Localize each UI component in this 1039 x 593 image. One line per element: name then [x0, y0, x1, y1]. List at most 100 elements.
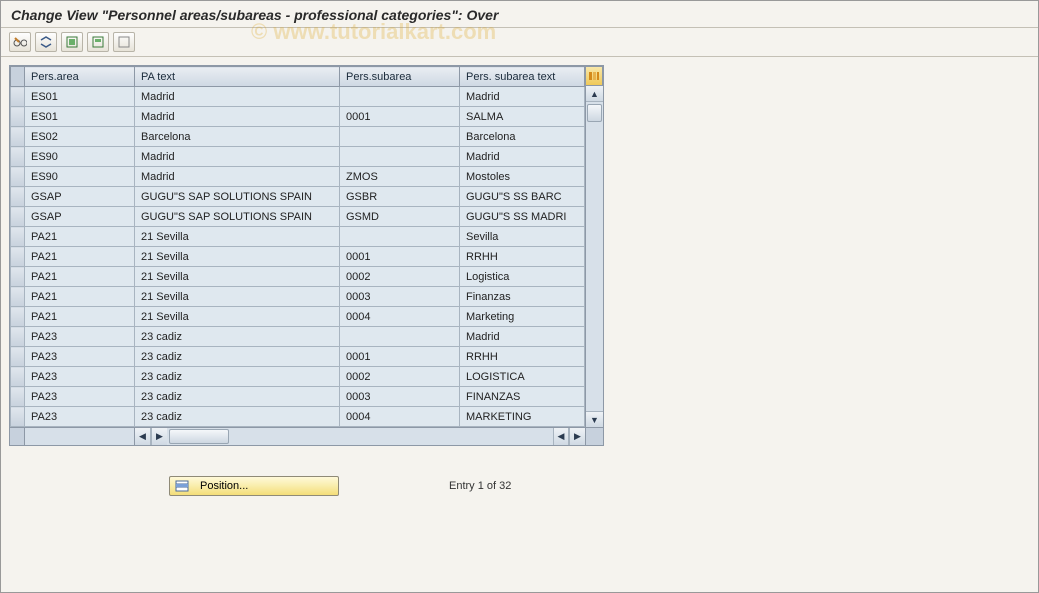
cell-pers-subarea-text[interactable]: RRHH [460, 247, 585, 267]
cell-pers-subarea-text[interactable]: GUGU"S SS MADRI [460, 207, 585, 227]
cell-pa-text[interactable]: 23 cadiz [135, 327, 340, 347]
cell-pa-text[interactable]: Madrid [135, 147, 340, 167]
cell-pers-area[interactable]: ES90 [25, 167, 135, 187]
table-row[interactable]: PA2121 Sevilla0001RRHH [11, 247, 585, 267]
cell-pers-area[interactable]: GSAP [25, 207, 135, 227]
row-selector[interactable] [11, 87, 25, 107]
deselect-all-button[interactable] [113, 32, 135, 52]
table-row[interactable]: PA2121 Sevilla0003Finanzas [11, 287, 585, 307]
row-selector[interactable] [11, 307, 25, 327]
scroll-track[interactable] [586, 102, 603, 411]
cell-pers-subarea[interactable]: 0003 [340, 287, 460, 307]
cell-pers-subarea[interactable]: 0002 [340, 367, 460, 387]
cell-pers-area[interactable]: PA23 [25, 387, 135, 407]
row-selector[interactable] [11, 347, 25, 367]
cell-pers-subarea-text[interactable]: Finanzas [460, 287, 585, 307]
cell-pers-subarea-text[interactable]: Logistica [460, 267, 585, 287]
col-pers-subarea[interactable]: Pers.subarea [340, 67, 460, 87]
col-pers-subarea-text[interactable]: Pers. subarea text [460, 67, 585, 87]
cell-pers-area[interactable]: PA21 [25, 247, 135, 267]
table-row[interactable]: ES90MadridMadrid [11, 147, 585, 167]
cell-pa-text[interactable]: 23 cadiz [135, 407, 340, 427]
row-selector[interactable] [11, 327, 25, 347]
select-block-button[interactable] [87, 32, 109, 52]
cell-pa-text[interactable]: 21 Sevilla [135, 227, 340, 247]
cell-pers-area[interactable]: PA23 [25, 327, 135, 347]
cell-pers-subarea-text[interactable]: LOGISTICA [460, 367, 585, 387]
cell-pers-subarea[interactable]: ZMOS [340, 167, 460, 187]
table-settings-button[interactable] [585, 66, 603, 86]
cell-pers-subarea[interactable]: 0001 [340, 347, 460, 367]
table-row[interactable]: ES02BarcelonaBarcelona [11, 127, 585, 147]
cell-pers-subarea[interactable]: GSBR [340, 187, 460, 207]
cell-pers-area[interactable]: PA23 [25, 367, 135, 387]
table-row[interactable]: PA2323 cadiz Madrid [11, 327, 585, 347]
cell-pa-text[interactable]: GUGU"S SAP SOLUTIONS SPAIN [135, 207, 340, 227]
col-pa-text[interactable]: PA text [135, 67, 340, 87]
cell-pers-subarea[interactable]: 0001 [340, 107, 460, 127]
row-selector[interactable] [11, 207, 25, 227]
cell-pers-area[interactable]: PA23 [25, 347, 135, 367]
cell-pers-subarea[interactable]: GSMD [340, 207, 460, 227]
cell-pers-subarea-text[interactable]: Madrid [460, 327, 585, 347]
table-row[interactable]: GSAPGUGU"S SAP SOLUTIONS SPAINGSMDGUGU"S… [11, 207, 585, 227]
cell-pa-text[interactable]: GUGU"S SAP SOLUTIONS SPAIN [135, 187, 340, 207]
hscroll-left-arrow[interactable]: ◀ [135, 428, 151, 445]
hscroll-right-arrow-2[interactable]: ▶ [569, 428, 585, 445]
table-row[interactable]: PA2121 SevillaSevilla [11, 227, 585, 247]
scroll-up-arrow[interactable]: ▲ [586, 86, 603, 102]
table-row[interactable]: ES90MadridZMOSMostoles [11, 167, 585, 187]
cell-pers-area[interactable]: PA21 [25, 267, 135, 287]
row-selector[interactable] [11, 167, 25, 187]
table-row[interactable]: ES01MadridMadrid [11, 87, 585, 107]
cell-pers-subarea[interactable] [340, 147, 460, 167]
cell-pers-area[interactable]: PA21 [25, 287, 135, 307]
table-row[interactable]: ES01Madrid0001SALMA [11, 107, 585, 127]
display-change-toggle-button[interactable] [9, 32, 31, 52]
cell-pers-subarea[interactable] [340, 227, 460, 247]
cell-pers-subarea-text[interactable]: GUGU"S SS BARC [460, 187, 585, 207]
cell-pa-text[interactable]: 21 Sevilla [135, 307, 340, 327]
cell-pers-subarea[interactable] [340, 127, 460, 147]
cell-pers-subarea[interactable]: 0001 [340, 247, 460, 267]
table-row[interactable]: PA2323 cadiz0003FINANZAS [11, 387, 585, 407]
cell-pa-text[interactable]: 21 Sevilla [135, 247, 340, 267]
row-selector[interactable] [11, 147, 25, 167]
table-row[interactable]: PA2323 cadiz0004MARKETING [11, 407, 585, 427]
cell-pers-area[interactable]: GSAP [25, 187, 135, 207]
hscroll-track[interactable] [167, 428, 553, 445]
row-selector[interactable] [11, 287, 25, 307]
cell-pers-subarea[interactable]: 0004 [340, 407, 460, 427]
cell-pers-area[interactable]: PA21 [25, 307, 135, 327]
cell-pa-text[interactable]: Madrid [135, 167, 340, 187]
cell-pa-text[interactable]: 23 cadiz [135, 347, 340, 367]
row-selector[interactable] [11, 127, 25, 147]
cell-pers-subarea-text[interactable]: FINANZAS [460, 387, 585, 407]
row-selector-header[interactable] [11, 67, 25, 87]
cell-pers-subarea-text[interactable]: Barcelona [460, 127, 585, 147]
select-all-button[interactable] [61, 32, 83, 52]
row-selector[interactable] [11, 367, 25, 387]
cell-pers-area[interactable]: ES01 [25, 87, 135, 107]
cell-pers-subarea-text[interactable]: RRHH [460, 347, 585, 367]
cell-pers-subarea[interactable] [340, 327, 460, 347]
cell-pers-area[interactable]: PA21 [25, 227, 135, 247]
cell-pers-subarea[interactable]: 0004 [340, 307, 460, 327]
cell-pers-area[interactable]: ES90 [25, 147, 135, 167]
cell-pa-text[interactable]: Barcelona [135, 127, 340, 147]
cell-pers-area[interactable]: PA23 [25, 407, 135, 427]
row-selector[interactable] [11, 227, 25, 247]
cell-pers-area[interactable]: ES02 [25, 127, 135, 147]
expand-button[interactable] [35, 32, 57, 52]
cell-pa-text[interactable]: 23 cadiz [135, 387, 340, 407]
table-row[interactable]: PA2121 Sevilla0004Marketing [11, 307, 585, 327]
table-row[interactable]: PA2323 cadiz0001RRHH [11, 347, 585, 367]
cell-pers-subarea-text[interactable]: Mostoles [460, 167, 585, 187]
scroll-down-arrow[interactable]: ▼ [586, 411, 603, 427]
row-selector[interactable] [11, 387, 25, 407]
cell-pa-text[interactable]: 21 Sevilla [135, 287, 340, 307]
col-pers-area[interactable]: Pers.area [25, 67, 135, 87]
table-row[interactable]: GSAPGUGU"S SAP SOLUTIONS SPAINGSBRGUGU"S… [11, 187, 585, 207]
cell-pers-subarea[interactable]: 0002 [340, 267, 460, 287]
scroll-thumb[interactable] [587, 104, 602, 122]
